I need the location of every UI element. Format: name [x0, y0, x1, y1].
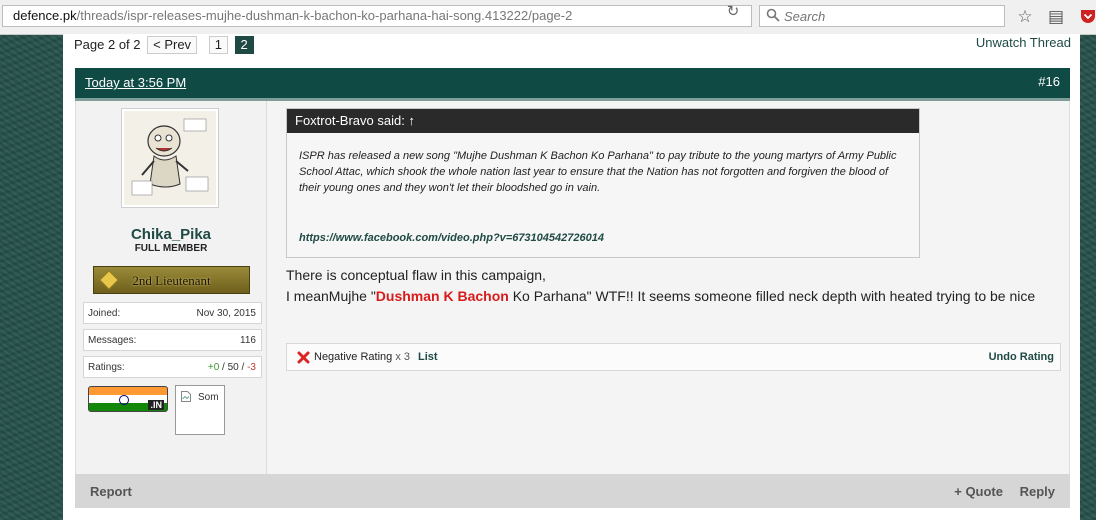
rating-list-link[interactable]: List: [418, 351, 438, 363]
ratings-positive: +0: [207, 362, 220, 373]
search-input[interactable]: [784, 8, 994, 24]
user-info-panel: Chika_Pika FULL MEMBER 2nd Lieutenant Jo…: [76, 101, 267, 474]
broken-image-alt: Som: [198, 392, 219, 403]
quote-header-link[interactable]: Foxtrot-Bravo said: ↑: [287, 109, 919, 133]
username-link[interactable]: Chika_Pika: [76, 226, 266, 243]
message-text-after: Ko Parhana" WTF!! It seems someone fille…: [508, 288, 1036, 304]
browser-search-box[interactable]: [759, 5, 1005, 27]
rank-label: 2nd Lieutenant: [132, 273, 211, 288]
chakra-icon: [119, 395, 129, 405]
rating-summary: Negative Rating x 3 List: [314, 351, 438, 363]
country-flag-india: .IN: [88, 386, 168, 412]
negative-rating-x-icon: [297, 351, 310, 364]
page-1-button[interactable]: 1: [208, 36, 228, 54]
post-body: Chika_Pika FULL MEMBER 2nd Lieutenant Jo…: [75, 101, 1070, 474]
report-link[interactable]: Report: [90, 484, 132, 499]
post-date-link[interactable]: Today at 3:56 PM: [85, 75, 186, 90]
bookmark-star-icon[interactable]: ☆: [1015, 7, 1035, 27]
ratings-bar: Negative Rating x 3 List Undo Rating: [286, 343, 1061, 371]
quote-facebook-link[interactable]: https://www.facebook.com/video.php?v=673…: [299, 232, 604, 244]
quote-block: Foxtrot-Bravo said: ↑ ISPR has released …: [286, 108, 920, 258]
user-title: FULL MEMBER: [134, 243, 208, 254]
page-2-button[interactable]: 2: [234, 36, 254, 54]
pocket-icon[interactable]: [1078, 7, 1096, 27]
stat-key: Ratings:: [88, 362, 125, 373]
rating-label: Negative Rating: [314, 351, 393, 363]
search-icon: [766, 8, 780, 22]
undo-rating-link[interactable]: Undo Rating: [989, 351, 1054, 363]
reload-icon[interactable]: ↻: [722, 3, 744, 19]
prev-page-button[interactable]: < Prev: [147, 36, 198, 54]
stat-ratings: Ratings: +0 / 50 / -3: [83, 356, 262, 378]
ratings-separator: /: [219, 362, 228, 373]
ratings-values[interactable]: +0 / 50 / -3: [208, 362, 256, 373]
post-number-link[interactable]: #16: [1038, 74, 1060, 89]
ratings-negative: -3: [247, 362, 256, 373]
ratings-neutral: 50: [227, 362, 239, 373]
message-text: There is conceptual flaw in this campaig…: [286, 265, 1056, 307]
broken-image: Som: [175, 385, 225, 435]
ratings-separator: /: [238, 362, 248, 373]
stat-value[interactable]: 116: [240, 335, 256, 346]
message-line-2: I meanMujhe "Dushman K Bachon Ko Parhana…: [286, 286, 1056, 307]
stat-key: Joined:: [88, 308, 121, 319]
address-bar[interactable]: defence.pk/threads/ispr-releases-mujhe-d…: [2, 5, 752, 27]
avatar[interactable]: [121, 108, 219, 208]
pagination: Page 2 of 2 < Prev 1 2: [74, 36, 254, 54]
quote-text: ISPR has released a new song "Mujhe Dush…: [299, 150, 897, 194]
stat-key: Messages:: [88, 335, 137, 346]
url-host: defence.pk: [13, 8, 77, 23]
flag-label: .IN: [148, 400, 164, 410]
rank-badge: 2nd Lieutenant: [93, 266, 250, 294]
broken-image-icon: [181, 391, 191, 402]
page-indicator: Page 2 of 2: [74, 37, 141, 52]
stat-joined: Joined: Nov 30, 2015: [83, 302, 262, 324]
rating-count: x 3: [395, 351, 411, 363]
reading-list-icon[interactable]: ▤: [1046, 7, 1066, 27]
reply-button[interactable]: Reply: [1020, 484, 1055, 499]
post-content: Foxtrot-Bravo said: ↑ ISPR has released …: [266, 101, 1071, 474]
avatar-cartoon-icon: [124, 111, 216, 205]
stat-value: Nov 30, 2015: [196, 308, 257, 319]
message-highlight: Dushman K Bachon: [375, 288, 509, 304]
quote-button[interactable]: + Quote: [954, 484, 1003, 499]
message-line-1: There is conceptual flaw in this campaig…: [286, 267, 546, 283]
message-text-before: I meanMujhe ": [286, 288, 376, 304]
post-footer: Report + Quote Reply: [75, 474, 1070, 508]
post-header: Today at 3:56 PM #16: [75, 68, 1070, 102]
url-path: /threads/ispr-releases-mujhe-dushman-k-b…: [76, 8, 573, 23]
browser-toolbar: defence.pk/threads/ispr-releases-mujhe-d…: [0, 0, 1096, 35]
stat-messages: Messages: 116: [83, 329, 262, 351]
unwatch-thread-link[interactable]: Unwatch Thread: [976, 35, 1071, 50]
